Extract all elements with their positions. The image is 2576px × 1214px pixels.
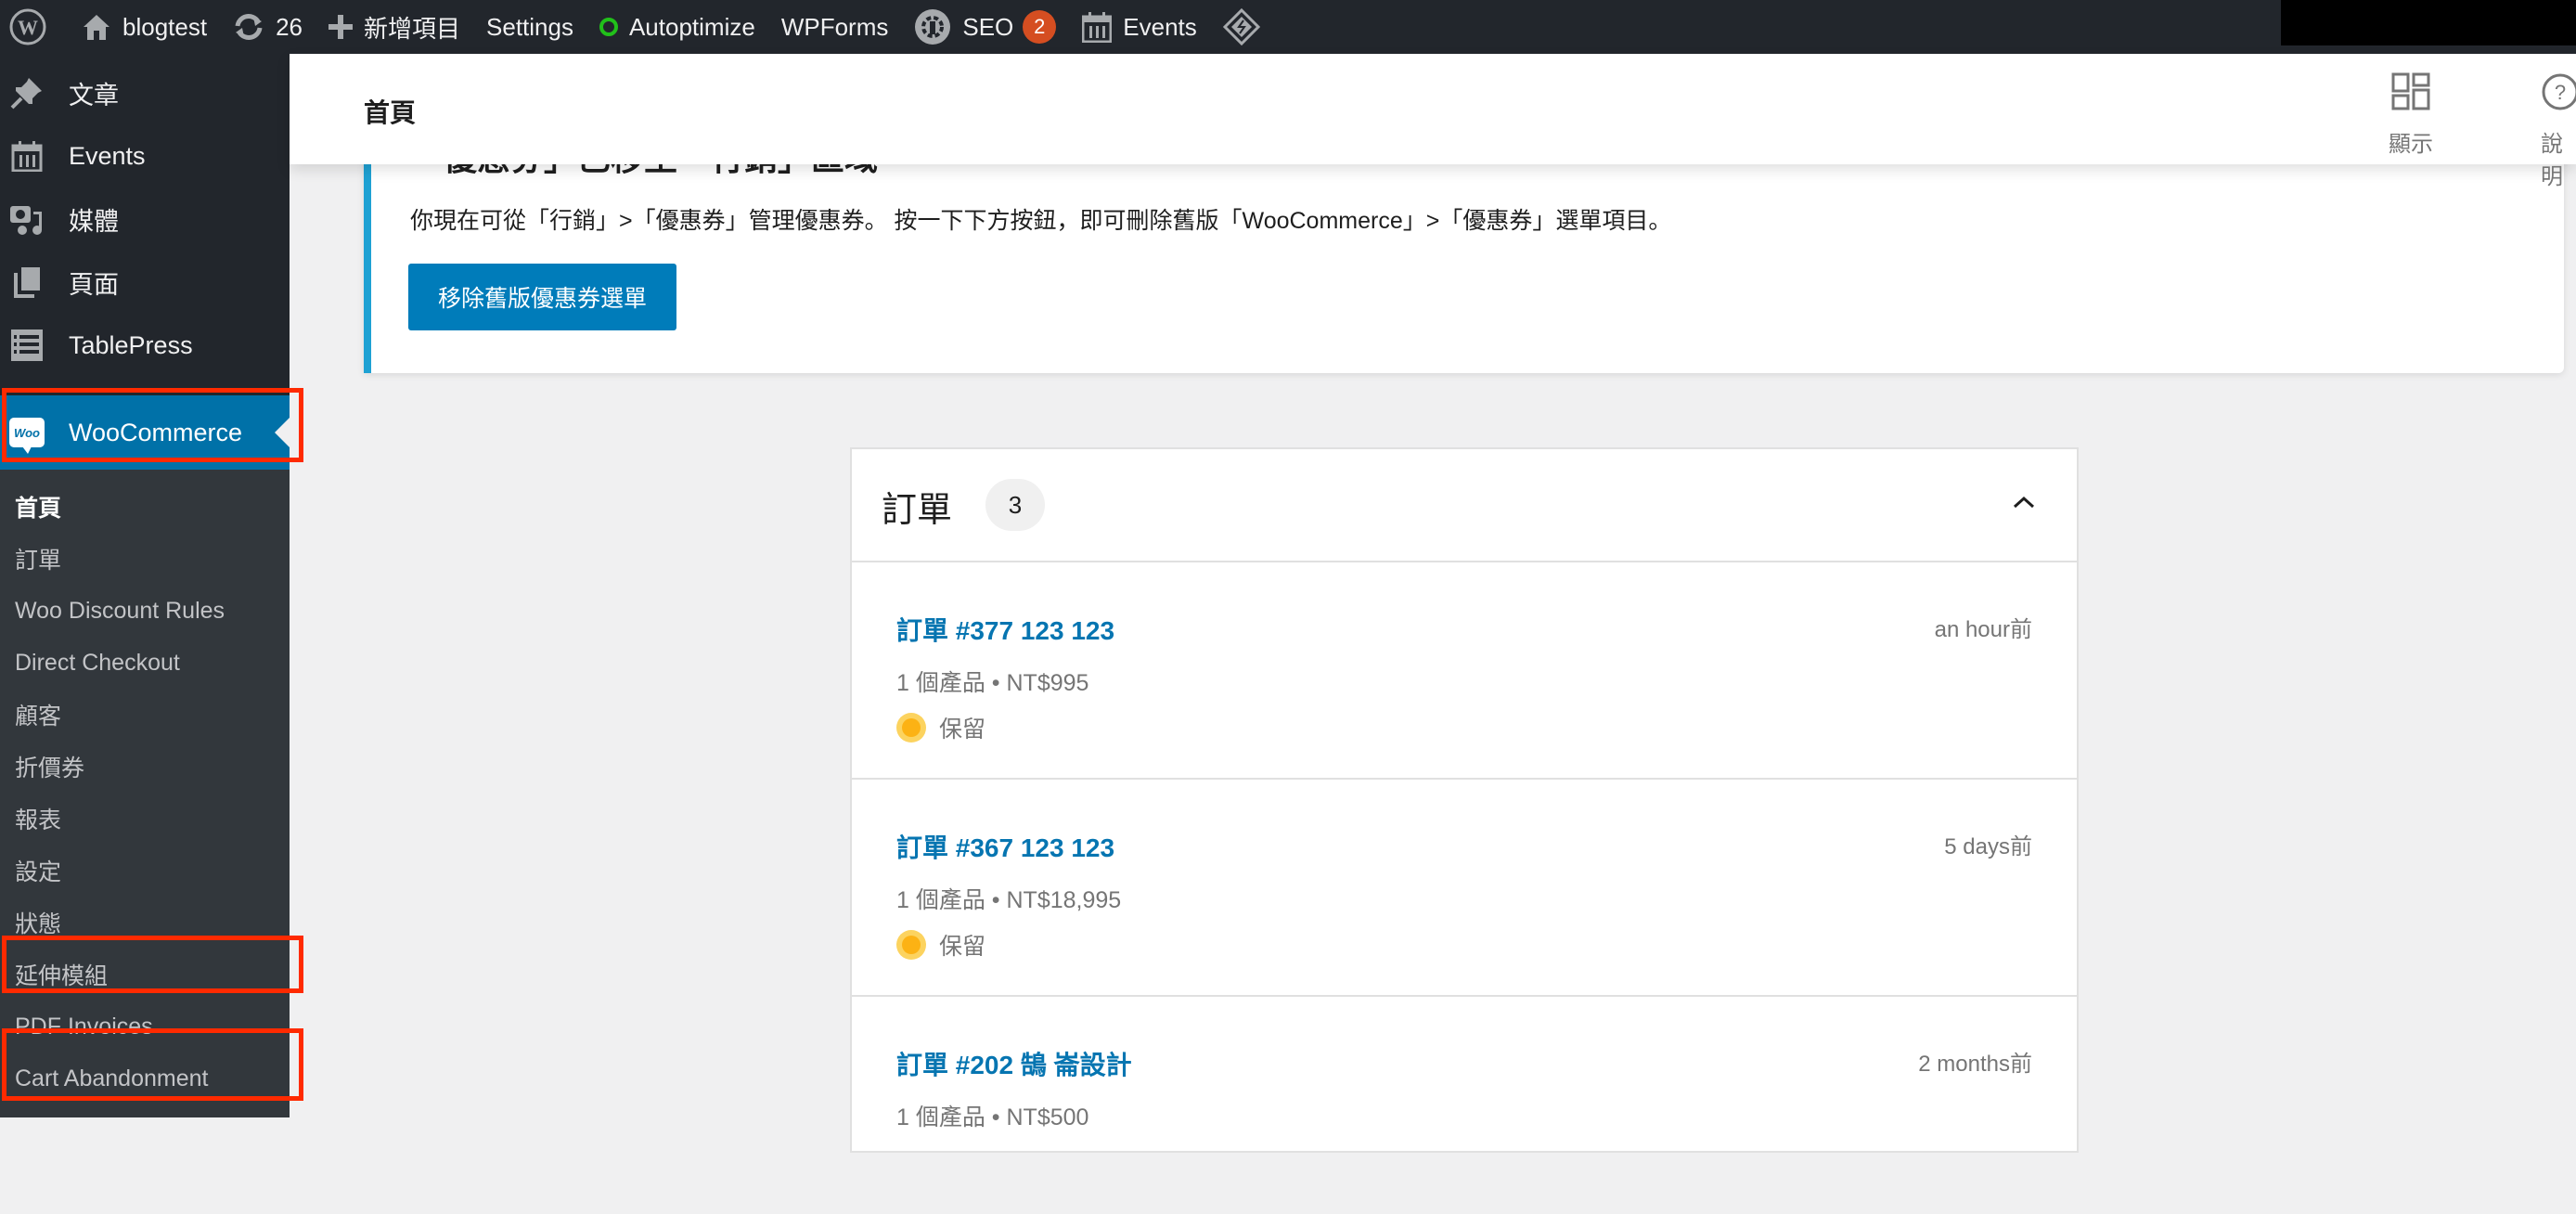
site-name-menu[interactable]: blogtest [59, 0, 220, 54]
settings-label: Settings [486, 12, 573, 41]
calendar-icon [1082, 11, 1113, 43]
order-link[interactable]: 訂單 #202 鵠 崙設計 [896, 1045, 1132, 1082]
submenu-item-settings[interactable]: 設定 [0, 845, 290, 897]
order-status: 保留 [896, 928, 985, 962]
new-content-menu[interactable]: 新增項目 [316, 0, 473, 54]
new-item-label: 新增項目 [364, 14, 461, 43]
wpforms-label: WPForms [780, 12, 889, 41]
help-circle-icon: ? [2541, 72, 2576, 125]
submenu-item-woo-discount-rules[interactable]: Woo Discount Rules [0, 585, 290, 637]
autoptimize-label: Autoptimize [628, 12, 755, 41]
sidebar-item-media[interactable]: 媒體 [0, 187, 290, 251]
redacted-account-area [2281, 0, 2576, 45]
collapse-button[interactable] [2010, 490, 2038, 518]
svg-text:?: ? [2555, 81, 2566, 104]
help-label: 說明 [2541, 132, 2563, 189]
settings-menu[interactable]: Settings [473, 0, 586, 54]
order-status: 保留 [896, 711, 985, 744]
seo-notification-badge: 2 [1023, 10, 1057, 44]
order-time: 2 months前 [1918, 1052, 2032, 1077]
notice-text: 你現在可從「行銷」>「優惠券」管理優惠券。 按一下下方按鈕，即可刪除舊版「Woo… [410, 208, 1672, 234]
wordpress-logo-icon: W [9, 8, 46, 45]
order-link[interactable]: 訂單 #377 123 123 [896, 611, 1114, 648]
sidebar-item-pages[interactable]: 頁面 [0, 251, 290, 314]
submenu-item-orders[interactable]: 訂單 [0, 533, 290, 585]
pin-icon [9, 75, 45, 110]
site-name: blogtest [122, 12, 208, 41]
on-hold-status-icon [896, 930, 926, 960]
admin-bar: W blogtest 26 新增項目 Settings Autoptimize … [0, 0, 2576, 54]
order-status-label: 保留 [939, 934, 986, 960]
order-meta: 1 個產品 • NT$500 [896, 1104, 1089, 1130]
order-list-item[interactable]: 訂單 #367 123 123 5 days前 1 個產品 • NT$18,99… [852, 780, 2077, 997]
gear-plug-icon [914, 8, 951, 45]
calendar-icon [9, 138, 45, 174]
sidebar-item-woocommerce[interactable]: Woo WooCommerce [0, 395, 290, 470]
pages-icon [9, 265, 45, 300]
wp-logo-menu[interactable]: W [0, 0, 59, 54]
orders-card: 訂單 3 訂單 #377 123 123 an hour前 1 個產品 • NT… [850, 447, 2079, 1153]
svg-text:W: W [18, 16, 38, 39]
help-button[interactable]: ? 說明 [2541, 72, 2576, 190]
submenu-item-status[interactable]: 狀態 [0, 897, 290, 949]
status-circle-icon [599, 18, 618, 36]
diamond-plugin-menu[interactable] [1210, 0, 1284, 54]
submenu-item-extensions[interactable]: 延伸模組 [0, 949, 290, 1001]
submenu-item-pdf-invoices[interactable]: PDF Invoices [0, 1001, 290, 1053]
coupons-moved-notice: 「優惠券」已移至「行銷」區域 你現在可從「行銷」>「優惠券」管理優惠券。 按一下… [364, 130, 2564, 373]
order-link[interactable]: 訂單 #367 123 123 [896, 828, 1114, 865]
sidebar-item-events[interactable]: Events [0, 124, 290, 187]
media-icon [9, 201, 45, 237]
on-hold-status-icon [896, 713, 926, 743]
updates-menu[interactable]: 26 [220, 0, 316, 54]
orders-title: 訂單 [882, 491, 953, 530]
autoptimize-menu[interactable]: Autoptimize [586, 0, 768, 54]
order-meta: 1 個產品 • NT$995 [896, 670, 1089, 696]
sidebar-item-label: TablePress [69, 330, 193, 359]
sidebar-item-label: 媒體 [69, 207, 119, 236]
submenu-item-home[interactable]: 首頁 [0, 481, 290, 533]
diamond-plugin-icon [1222, 8, 1260, 45]
sidebar-item-label: 文章 [69, 81, 119, 110]
remove-legacy-coupon-menu-button[interactable]: 移除舊版優惠券選單 [408, 264, 677, 330]
orders-card-header: 訂單 3 [852, 449, 2077, 562]
sidebar-item-posts[interactable]: 文章 [0, 61, 290, 124]
seo-label: SEO [962, 12, 1014, 41]
wpforms-menu[interactable]: WPForms [768, 0, 902, 54]
wc-admin-header: 首頁 顯示 ? 說明 [290, 54, 2576, 189]
updates-count: 26 [276, 12, 303, 41]
page-title: 首頁 [364, 98, 417, 127]
admin-sidebar: 文章 Events 媒體 頁面 TablePress Woo WooCommer… [0, 54, 290, 1117]
table-icon [9, 328, 45, 363]
order-time: 5 days前 [1944, 834, 2032, 859]
plus-icon [328, 15, 353, 39]
woo-logo-icon: Woo [9, 415, 45, 454]
events-label: Events [1123, 12, 1197, 41]
chevron-up-icon [2013, 496, 2035, 513]
layout-grid-icon [2391, 72, 2430, 125]
order-list-item[interactable]: 訂單 #202 鵠 崙設計 2 months前 1 個產品 • NT$500 [852, 997, 2077, 1214]
submenu-item-customers[interactable]: 顧客 [0, 689, 290, 741]
order-status-label: 保留 [939, 717, 986, 743]
display-label: 顯示 [2389, 132, 2433, 157]
woocommerce-submenu: 首頁 訂單 Woo Discount Rules Direct Checkout… [0, 470, 290, 1117]
submenu-item-coupons[interactable]: 折價券 [0, 741, 290, 793]
sidebar-item-tablepress[interactable]: TablePress [0, 314, 290, 377]
submenu-item-cart-abandonment[interactable]: Cart Abandonment [0, 1053, 290, 1104]
sidebar-item-label: 頁面 [69, 270, 119, 299]
orders-count-badge: 3 [985, 479, 1045, 531]
seo-menu[interactable]: SEO 2 [901, 0, 1069, 54]
order-time: an hour前 [1934, 617, 2032, 642]
sidebar-item-label: WooCommerce [69, 418, 243, 446]
order-meta: 1 個產品 • NT$18,995 [896, 887, 1122, 913]
home-icon [82, 12, 111, 42]
sidebar-item-label: Events [69, 141, 146, 170]
events-menu[interactable]: Events [1069, 0, 1210, 54]
display-options-button[interactable]: 顯示 [2389, 72, 2433, 158]
submenu-item-direct-checkout[interactable]: Direct Checkout [0, 637, 290, 689]
refresh-icon [233, 13, 264, 41]
order-list-item[interactable]: 訂單 #377 123 123 an hour前 1 個產品 • NT$995 … [852, 562, 2077, 780]
submenu-item-reports[interactable]: 報表 [0, 793, 290, 845]
